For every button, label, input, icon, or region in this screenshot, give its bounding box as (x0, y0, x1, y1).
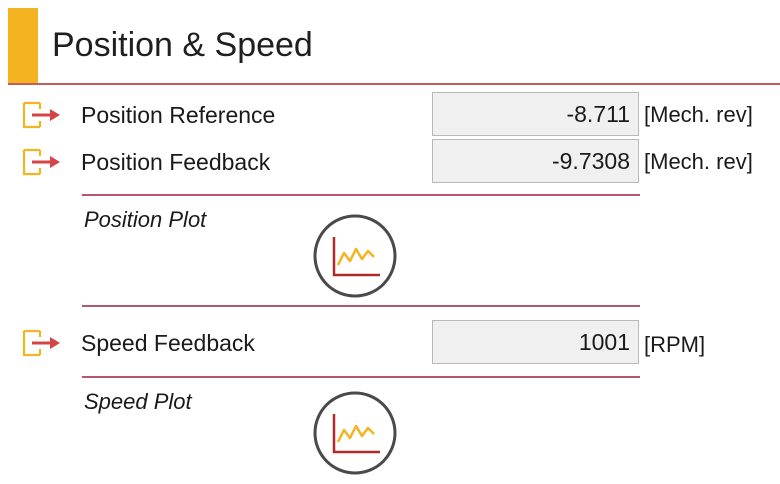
page-title: Position & Speed (52, 26, 313, 64)
input-arrow-icon (22, 101, 60, 129)
position-plot-label: Position Plot (84, 207, 207, 232)
speed-plot-button[interactable] (312, 390, 398, 476)
section-divider (82, 376, 640, 378)
line-chart-icon (313, 391, 397, 475)
position-reference-label: Position Reference (81, 102, 276, 128)
section-divider (82, 305, 640, 307)
speed-plot-label: Speed Plot (84, 389, 192, 414)
position-feedback-label: Position Feedback (81, 149, 271, 175)
speed-feedback-label: Speed Feedback (81, 330, 255, 356)
section-divider (82, 194, 640, 196)
position-feedback-unit: [Mech. rev] (644, 149, 753, 174)
speed-feedback-field[interactable]: 1001 (432, 320, 639, 364)
position-feedback-field[interactable]: -9.7308 (432, 139, 639, 183)
speed-feedback-unit: [RPM] (644, 332, 706, 357)
position-plot-button[interactable] (312, 213, 398, 299)
position-reference-unit: [Mech. rev] (644, 102, 753, 127)
line-chart-icon (313, 214, 397, 298)
header-accent-bar (8, 8, 38, 83)
input-arrow-icon (22, 148, 60, 176)
input-arrow-icon (22, 329, 60, 357)
position-reference-field[interactable]: -8.711 (432, 92, 639, 136)
header-underline (8, 83, 780, 85)
